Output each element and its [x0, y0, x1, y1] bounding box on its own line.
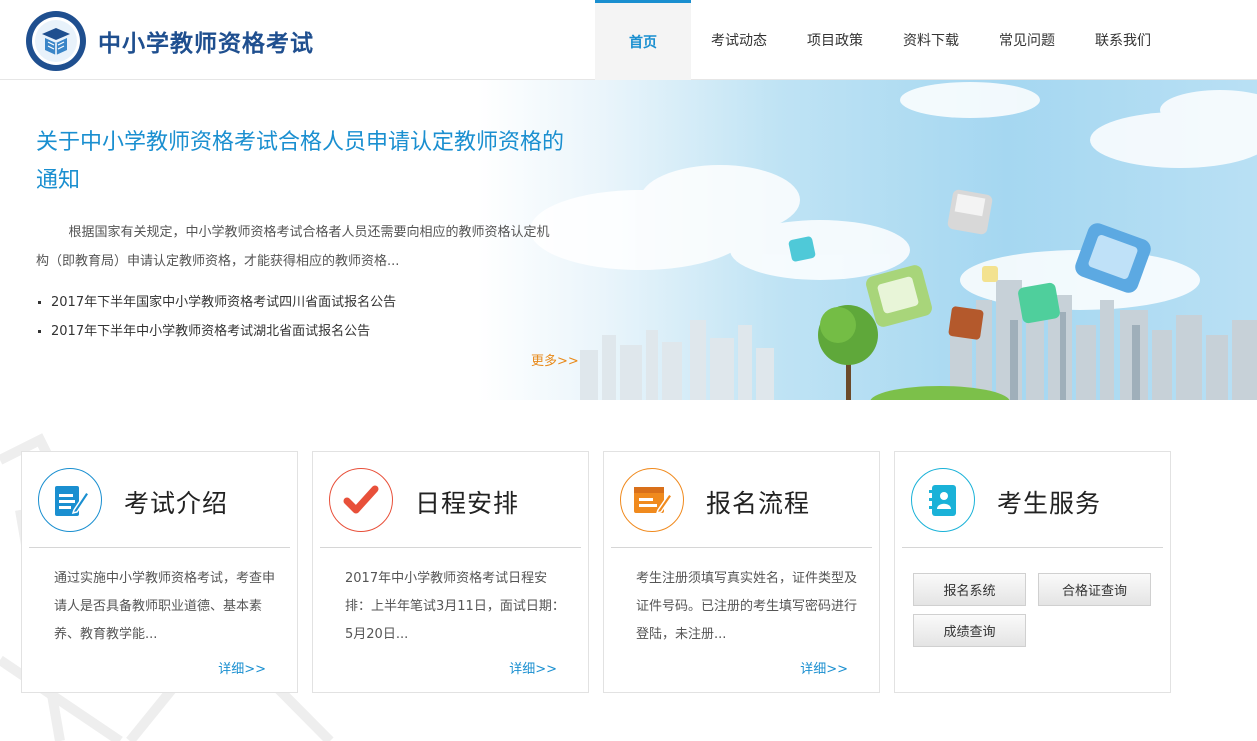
- details-link[interactable]: 详细>>: [800, 658, 848, 677]
- divider: [902, 547, 1163, 548]
- registration-system-button[interactable]: 报名系统: [913, 573, 1026, 606]
- bullet-dot: [38, 301, 41, 304]
- logo-emblem-icon[interactable]: [25, 10, 87, 72]
- nav-policy[interactable]: 项目政策: [787, 0, 883, 80]
- card-icon-circle: [620, 468, 684, 532]
- details-link[interactable]: 详细>>: [509, 658, 557, 677]
- divider: [29, 547, 290, 548]
- card-icon-circle: [911, 468, 975, 532]
- card-title[interactable]: 日程安排: [415, 484, 519, 520]
- card-text: 考生注册须填写真实姓名，证件类型及证件号码。已注册的考生填写密码进行登陆，未注册…: [636, 571, 858, 642]
- card-text: 2017年中小学教师资格考试日程安排：上半年笔试3月11日，面试日期：5月20日…: [345, 571, 565, 642]
- form-pen-icon: [634, 487, 673, 515]
- card-title[interactable]: 报名流程: [706, 484, 810, 520]
- site-title[interactable]: 中小学教师资格考试: [98, 24, 314, 58]
- nav-contact[interactable]: 联系我们: [1075, 0, 1171, 80]
- city-illustration: [530, 82, 1257, 400]
- document-edit-icon: [55, 486, 90, 516]
- details-link[interactable]: 详细>>: [218, 658, 266, 677]
- nav-home[interactable]: 首页: [595, 0, 691, 80]
- card-title[interactable]: 考生服务: [997, 484, 1101, 520]
- nav-exam-news[interactable]: 考试动态: [691, 0, 787, 80]
- notice-item-text: 2017年下半年中小学教师资格考试湖北省面试报名公告: [51, 324, 371, 339]
- notice-item[interactable]: 2017年下半年国家中小学教师资格考试四川省面试报名公告: [38, 288, 396, 317]
- banner-title[interactable]: 关于中小学教师资格考试合格人员申请认定教师资格的通知: [36, 124, 576, 200]
- card-icon-circle: [329, 468, 393, 532]
- nav-downloads[interactable]: 资料下载: [883, 0, 979, 80]
- nav-faq[interactable]: 常见问题: [979, 0, 1075, 80]
- card-icon-circle: [38, 468, 102, 532]
- notice-item-text: 2017年下半年国家中小学教师资格考试四川省面试报名公告: [51, 295, 397, 310]
- banner-description: 根据国家有关规定，中小学教师资格考试合格者人员还需要向相应的教师资格认定机构（即…: [36, 225, 550, 269]
- divider: [611, 547, 872, 548]
- card-candidate-services: 考生服务 报名系统 合格证查询 成绩查询: [894, 451, 1171, 693]
- certificate-query-button[interactable]: 合格证查询: [1038, 573, 1151, 606]
- header: 中小学教师资格考试 首页 考试动态 项目政策 资料下载 常见问题 联系我们: [0, 0, 1257, 80]
- banner-more-link[interactable]: 更多>>: [531, 350, 579, 369]
- contact-book-icon: [929, 485, 956, 516]
- notice-item[interactable]: 2017年下半年中小学教师资格考试湖北省面试报名公告: [38, 317, 396, 346]
- card-text: 通过实施中小学教师资格考试，考查申请人是否具备教师职业道德、基本素养、教育教学能…: [54, 571, 276, 642]
- score-query-button[interactable]: 成绩查询: [913, 614, 1026, 647]
- bullet-dot: [38, 330, 41, 333]
- notice-list: 2017年下半年国家中小学教师资格考试四川省面试报名公告 2017年下半年中小学…: [38, 288, 396, 346]
- card-title[interactable]: 考试介绍: [124, 484, 228, 520]
- checkmark-icon: [343, 485, 379, 514]
- divider: [320, 547, 581, 548]
- hero-banner: 关于中小学教师资格考试合格人员申请认定教师资格的通知 根据国家有关规定，中小学教…: [0, 80, 1257, 400]
- card-exam-intro: 考试介绍 通过实施中小学教师资格考试，考查申请人是否具备教师职业道德、基本素养、…: [21, 451, 298, 693]
- card-schedule: 日程安排 2017年中小学教师资格考试日程安排：上半年笔试3月11日，面试日期：…: [312, 451, 589, 693]
- card-registration: 报名流程 考生注册须填写真实姓名，证件类型及证件号码。已注册的考生填写密码进行登…: [603, 451, 880, 693]
- main-nav: 首页 考试动态 项目政策 资料下载 常见问题 联系我们: [595, 0, 1171, 80]
